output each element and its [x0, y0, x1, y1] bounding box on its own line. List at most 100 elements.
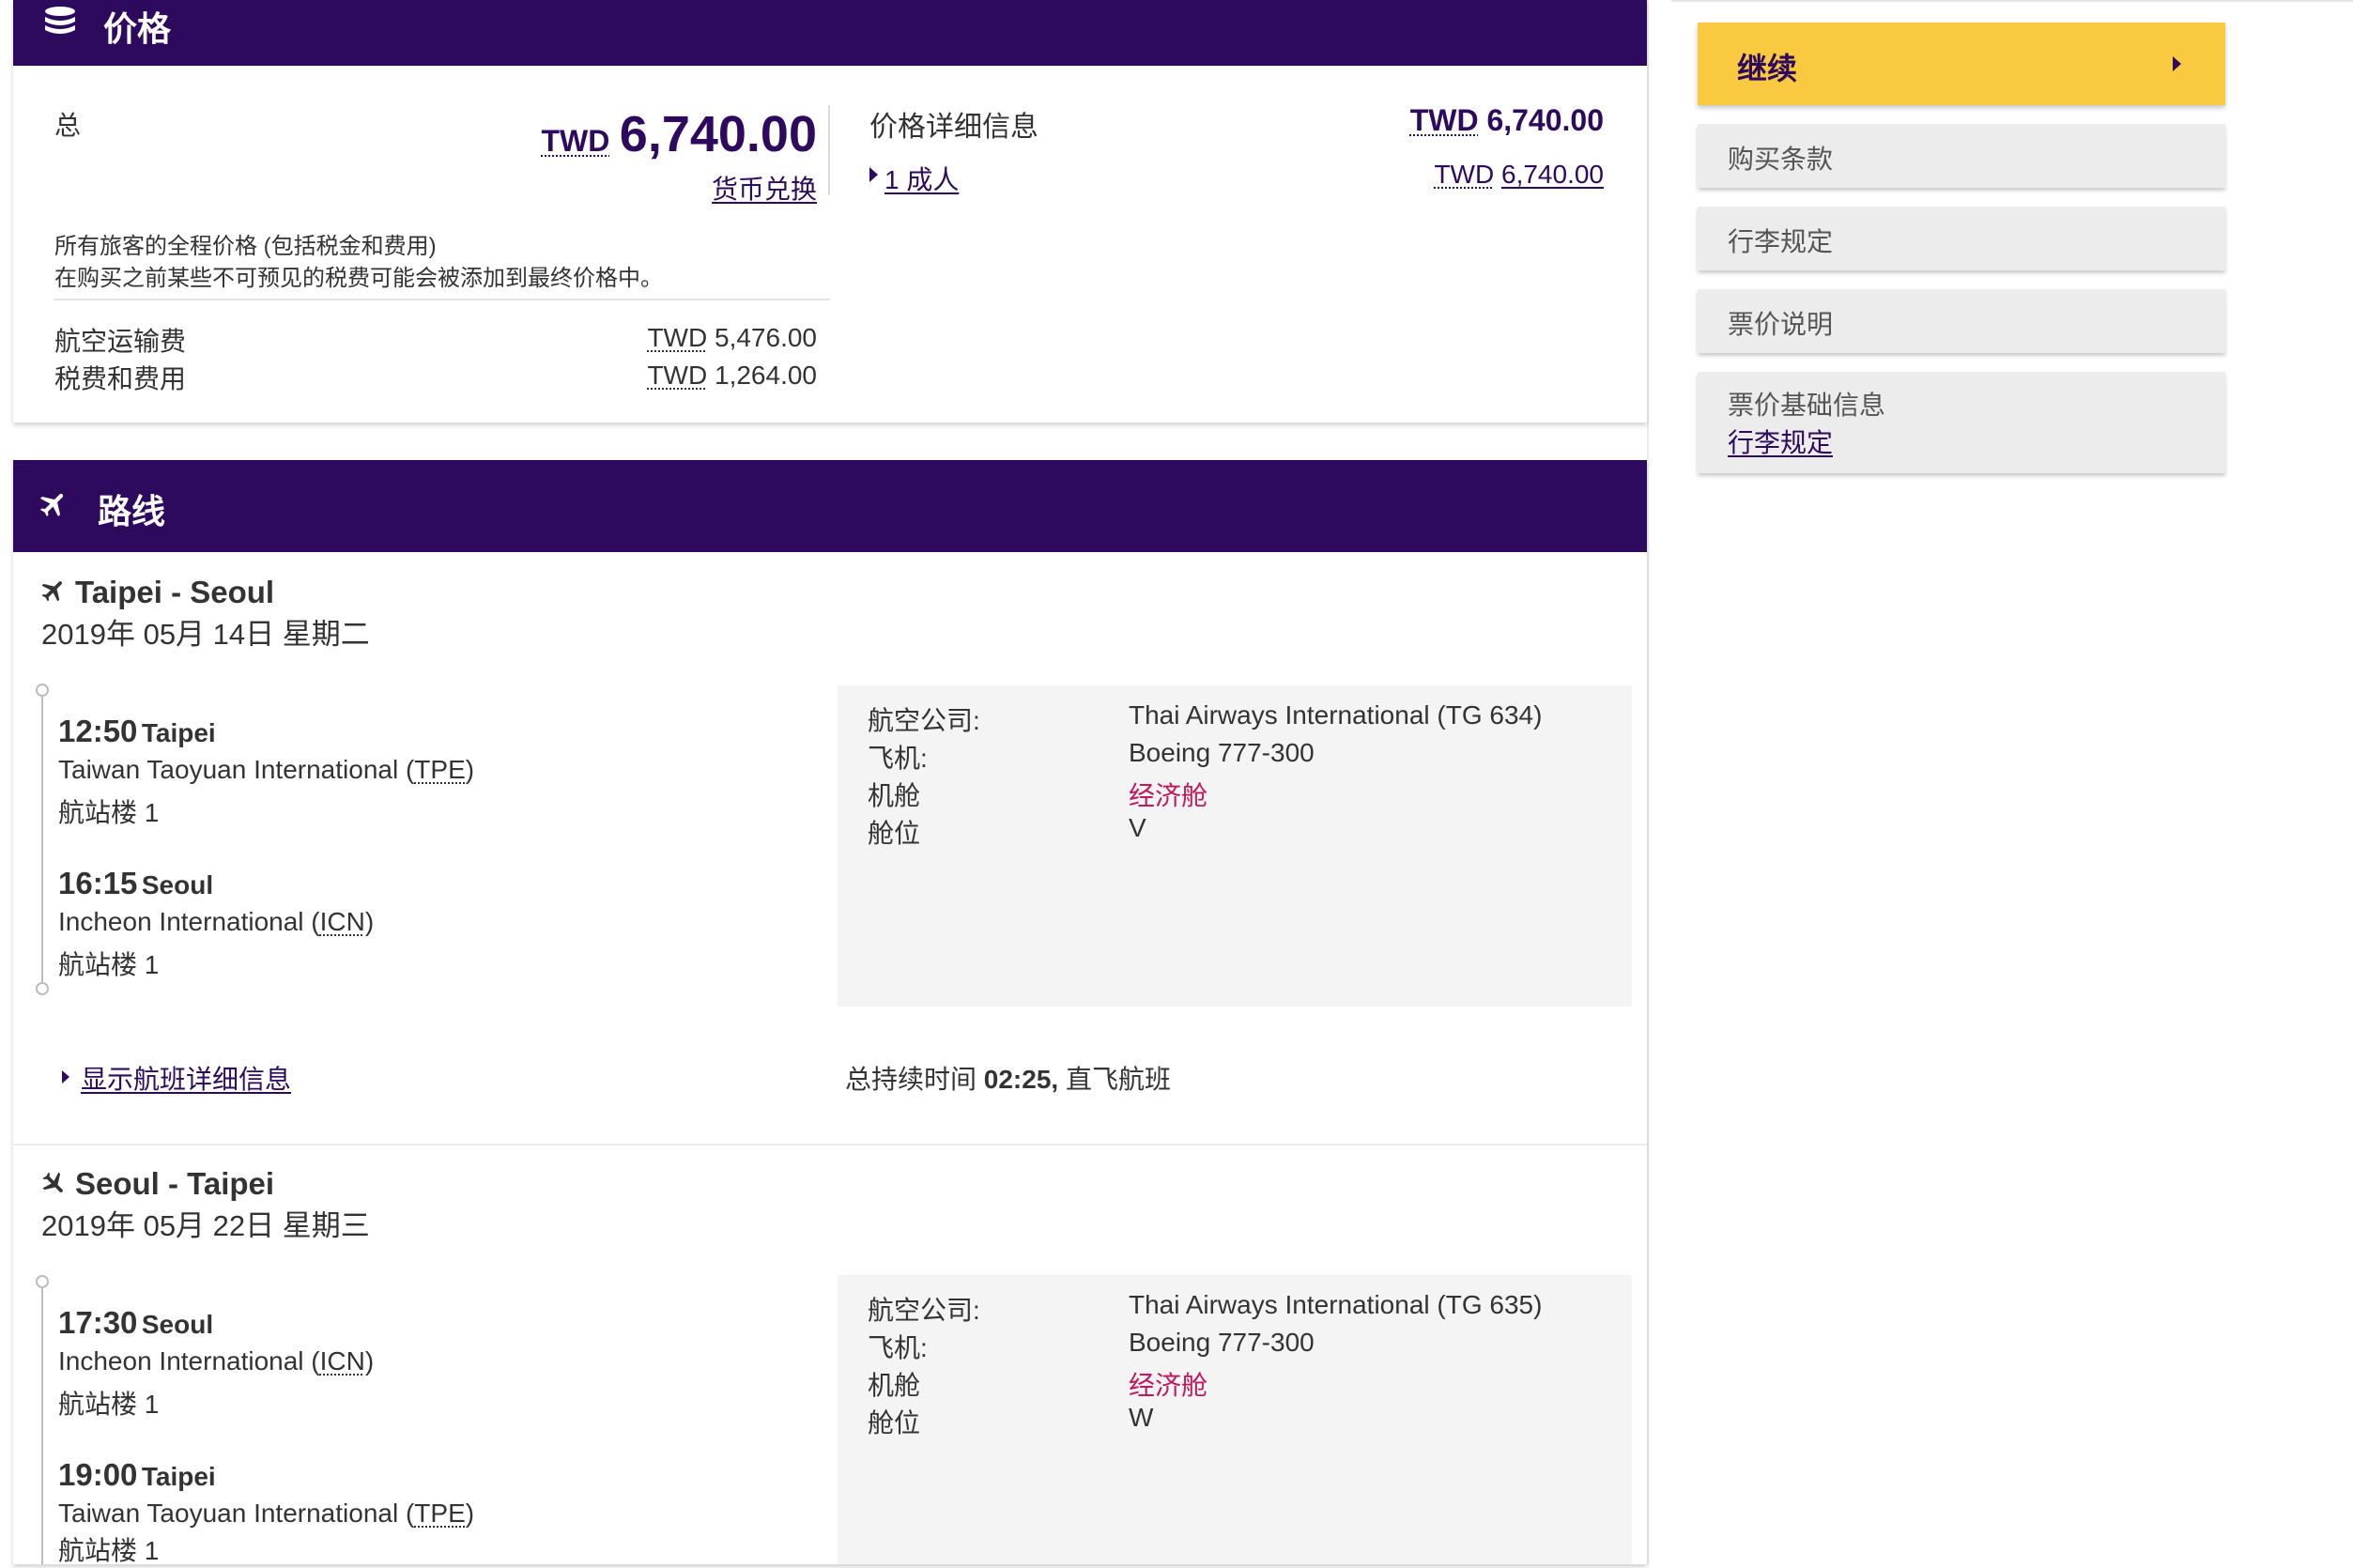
coins-icon — [45, 7, 75, 34]
arrival-time: 19:00 Taipei — [58, 1457, 216, 1493]
dep-time: 12:50 — [58, 714, 138, 748]
arrival-time: 16:15 Seoul — [58, 866, 213, 901]
passenger-price[interactable]: TWD 6,740.00 — [1434, 160, 1604, 190]
details-amount: 6,740.00 — [1486, 103, 1604, 137]
airline-value: Thai Airways International (TG 634) — [1129, 700, 1543, 730]
flight-route-title: Taipei - Seoul — [75, 575, 275, 609]
purchase-terms-button[interactable]: 购买条款 — [1698, 124, 2225, 188]
caret-right-icon — [2173, 56, 2181, 71]
continue-button[interactable]: 继续 — [1698, 23, 2225, 105]
flight-date: 2019年 05月 22日 星期三 — [41, 1209, 370, 1242]
flight-detail-box: 航空公司: Thai Airways International (TG 635… — [838, 1275, 1632, 1564]
dep-airport-name: Taiwan Taoyuan International ( — [58, 755, 415, 784]
price-title: 价格 — [103, 9, 172, 48]
departure-time: 17:30 Seoul — [58, 1305, 213, 1341]
arr-time: 16:15 — [58, 866, 138, 900]
dep-airport-name: Incheon International ( — [58, 1346, 320, 1376]
fare-value-taxes: TWD 1,264.00 — [647, 361, 817, 391]
duration-prefix: 总持续时间 — [845, 1065, 984, 1094]
flight-date: 2019年 05月 14日 星期二 — [41, 618, 370, 651]
flight-detail-box: 航空公司: Thai Airways International (TG 634… — [838, 685, 1632, 1007]
flight-divider — [13, 1144, 1647, 1145]
arr-airport-name: Taiwan Taoyuan International ( — [58, 1499, 415, 1528]
aircraft-value: Boeing 777-300 — [1129, 738, 1315, 767]
route-title: 路线 — [98, 492, 166, 530]
aircraft-value: Boeing 777-300 — [1129, 1328, 1315, 1357]
segment-line — [41, 1288, 43, 1564]
airline-label: 航空公司: — [868, 1296, 980, 1325]
arr-time: 19:00 — [58, 1457, 138, 1492]
fare-label-airfare: 航空运输费 — [54, 327, 187, 356]
dep-airport-close: ) — [364, 1346, 375, 1376]
show-flight-details-link[interactable]: 显示航班详细信息 — [81, 1059, 291, 1097]
arr-airport-close: ) — [465, 1499, 475, 1528]
fare-basis-baggage-link[interactable]: 行李规定 — [1728, 423, 1833, 460]
currency-convert-link[interactable]: 货币兑换 — [712, 169, 817, 207]
top-divider — [1671, 0, 2353, 2]
route-header: 路线 — [13, 460, 1647, 552]
plane-landing-icon — [42, 1172, 63, 1192]
flight-duration: 总持续时间 02:25, 直飞航班 — [845, 1059, 1171, 1097]
duration-suffix: 直飞航班 — [1058, 1065, 1171, 1094]
departure-airport: Taiwan Taoyuan International (TPE) — [58, 755, 474, 785]
price-note-line2: 在购买之前某些不可预见的税费可能会被添加到最终价格中。 — [54, 266, 663, 291]
price-details-title: 价格详细信息 — [869, 112, 1038, 143]
total-price: TWD 6,740.00 — [541, 105, 817, 163]
caret-right-icon — [869, 167, 878, 182]
flight-route-title: Seoul - Taipei — [75, 1166, 275, 1201]
arr-airport-close: ) — [364, 907, 375, 936]
price-details-total: TWD 6,740.00 — [1410, 103, 1604, 138]
cabin-label: 机舱 — [868, 1371, 921, 1400]
dep-airport-close: ) — [465, 755, 475, 784]
dep-time: 17:30 — [58, 1305, 138, 1340]
passenger-amount: 6,740.00 — [1501, 160, 1604, 189]
aircraft-label: 飞机: — [868, 1333, 928, 1362]
fare-notes-button[interactable]: 票价说明 — [1698, 289, 2225, 353]
total-amount: 6,740.00 — [619, 106, 817, 162]
fare-label-taxes: 税费和费用 — [54, 364, 187, 393]
dep-city: Taipei — [141, 718, 216, 747]
arr-city: Seoul — [141, 870, 214, 899]
content-divider — [1647, 0, 1649, 1564]
departure-terminal: 航站楼 1 — [58, 798, 160, 827]
cabin-value: 经济舱 — [1129, 781, 1208, 810]
fare-basis-title: 票价基础信息 — [1728, 391, 1886, 420]
segment-start-dot — [36, 684, 49, 697]
purchase-terms-label: 购买条款 — [1728, 145, 1834, 174]
total-currency: TWD — [541, 124, 610, 158]
segment-start-dot — [36, 1275, 49, 1288]
baggage-rules-label: 行李规定 — [1728, 227, 1834, 256]
plane-icon — [39, 493, 64, 517]
arr-airport-code: TPE — [414, 1499, 466, 1528]
fare-amount: 5,476.00 — [715, 323, 817, 352]
caret-right-icon — [62, 1070, 69, 1084]
arr-city: Taipei — [141, 1462, 216, 1491]
arr-airport-name: Incheon International ( — [58, 907, 320, 936]
fare-divider — [54, 299, 830, 300]
arrival-terminal: 航站楼 1 — [58, 1536, 160, 1565]
route-panel: 路线 Taipei - Seoul 2019年 05月 14日 星期二 12:5… — [13, 460, 1647, 1565]
baggage-rules-button[interactable]: 行李规定 — [1698, 207, 2225, 270]
passenger-currency: TWD — [1434, 160, 1495, 189]
segment-end-dot — [36, 982, 49, 995]
continue-label: 继续 — [1737, 52, 1798, 85]
arr-airport-code: ICN — [319, 907, 365, 936]
passenger-link[interactable]: 1 成人 — [884, 160, 959, 197]
fare-currency: TWD — [647, 323, 708, 352]
class-label: 舱位 — [868, 819, 921, 848]
price-header: 价格 — [13, 0, 1647, 66]
price-panel: 价格 总 TWD 6,740.00 货币兑换 所有旅客的全程价格 (包括税金和费… — [13, 0, 1647, 423]
cabin-label: 机舱 — [868, 781, 921, 810]
airline-label: 航空公司: — [868, 706, 980, 735]
arrival-terminal: 航站楼 1 — [58, 950, 160, 979]
fare-currency: TWD — [647, 361, 708, 390]
dep-airport-code: ICN — [319, 1346, 365, 1376]
details-currency: TWD — [1409, 103, 1479, 137]
price-vertical-divider — [828, 105, 830, 195]
fare-notes-label: 票价说明 — [1728, 310, 1834, 339]
airline-value: Thai Airways International (TG 635) — [1129, 1290, 1543, 1319]
fare-amount: 1,264.00 — [715, 361, 817, 390]
plane-icon — [41, 581, 62, 602]
class-value: V — [1129, 813, 1146, 842]
total-label: 总 — [54, 111, 82, 140]
